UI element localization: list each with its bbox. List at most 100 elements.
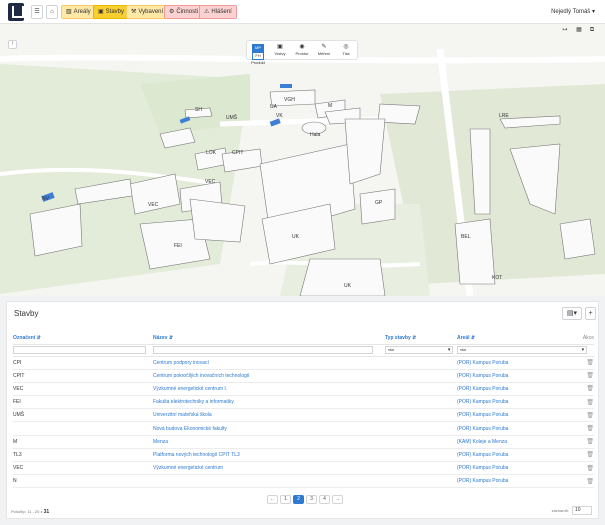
- map-toolbar: MPFH Produkt ▣ Vrstvy ◉ Prostor ✎ Měření ◎ T…: [246, 40, 358, 65]
- cell-name-link[interactable]: Výzkumné energetické centrum I.: [153, 382, 385, 397]
- cell-area-link[interactable]: (POR) Kampus Poruba: [457, 408, 567, 423]
- filter-typ-select[interactable]: vše: [385, 346, 454, 354]
- table-row[interactable]: VEC Výzkumné energetické centrum I. (POR) …: [13, 382, 594, 397]
- cell-name-link[interactable]: Fakulta elektrotechniky a informatiky: [153, 395, 385, 410]
- table-row[interactable]: CPIT Centrum pokročilých inovačních techn…: [13, 369, 594, 383]
- trash-icon[interactable]: 🗑: [586, 466, 594, 472]
- per-page-select[interactable]: 10: [572, 506, 592, 515]
- cell-name-link[interactable]: Platforma nových technologií CPIT TL3: [153, 448, 385, 463]
- cell-name-link[interactable]: Nová budova Ekonomické fakulty: [153, 421, 385, 436]
- logout-icon[interactable]: ↦: [560, 26, 570, 36]
- cell-name-link[interactable]: Centrum pokročilých inovačních technolog…: [153, 369, 385, 383]
- cell-code: M: [13, 435, 153, 449]
- cell-area-link[interactable]: (POR) Kampus Poruba: [457, 369, 567, 383]
- cell-type: [385, 382, 457, 397]
- table-row[interactable]: UMŠ Univerzitní mateřská škola (POR) Kampu…: [13, 408, 594, 423]
- prev-page-button[interactable]: ←: [267, 495, 278, 504]
- trash-icon[interactable]: 🗑: [586, 452, 594, 458]
- arrow-up-icon[interactable]: ↑: [8, 40, 17, 49]
- map-label: UK: [292, 234, 300, 240]
- map-label: SH: [195, 107, 202, 113]
- cell-area-link[interactable]: (POR) Kampus Poruba: [457, 395, 567, 410]
- cell-name-link[interactable]: Menza: [153, 435, 385, 449]
- map-label: LOK: [206, 150, 217, 156]
- trash-icon[interactable]: 🗑: [586, 413, 594, 419]
- page-button[interactable]: 4: [319, 495, 330, 504]
- table-row[interactable]: CPI Centrum podpory inovací (POR) Kampus P…: [13, 356, 594, 370]
- cell-area-link[interactable]: (POR) Kampus Poruba: [457, 461, 567, 476]
- column-nazev[interactable]: Název ⇵: [153, 332, 385, 345]
- ruler-icon: ✎: [321, 44, 327, 50]
- cell-area-link[interactable]: (POR) Kampus Poruba: [457, 448, 567, 463]
- cell-name-link[interactable]: Centrum podpory inovací: [153, 356, 385, 370]
- cell-code: VEC: [13, 461, 153, 476]
- layers-button[interactable]: ▣ Vrstvy: [269, 41, 291, 59]
- table-row[interactable]: TL3 Platforma nových technologií CPIT TL3…: [13, 448, 594, 463]
- cell-area-link[interactable]: (POR) Kampus Poruba: [457, 421, 567, 436]
- column-typ[interactable]: Typ stavby ⇵: [385, 332, 457, 345]
- trash-icon[interactable]: 🗑: [586, 386, 594, 392]
- tab-stavby[interactable]: ▣ Stavby: [93, 5, 130, 19]
- column-areal[interactable]: Areál ⇵: [457, 332, 567, 345]
- grid-icon[interactable]: ▦: [574, 26, 584, 36]
- measure-button[interactable]: ✎ Měření: [313, 41, 335, 59]
- table-row[interactable]: Nová budova Ekonomické fakulty (POR) Kamp…: [13, 421, 594, 436]
- table-row[interactable]: VEC Výzkumné energetické centrum (POR) Kam…: [13, 461, 594, 476]
- trash-icon[interactable]: 🗑: [586, 400, 594, 406]
- trash-icon[interactable]: 🗑: [586, 373, 594, 379]
- trash-icon[interactable]: 🗑: [586, 426, 594, 432]
- per-page: záznamů: 10: [552, 506, 592, 515]
- table-row[interactable]: N (POR) Kampus Poruba 🗑: [13, 474, 594, 489]
- cell-code: UMŠ: [13, 408, 153, 423]
- next-page-button[interactable]: →: [332, 495, 343, 504]
- home-icon[interactable]: ⌂: [46, 5, 58, 19]
- table-row[interactable]: M Menza (KAM) Koleje a Menza 🗑: [13, 435, 594, 449]
- produkt-toggle[interactable]: MPFH Produkt: [247, 41, 269, 65]
- trash-icon[interactable]: 🗑: [586, 360, 594, 366]
- cell-code: VEC: [13, 382, 153, 397]
- building-icon: ▣: [98, 9, 104, 15]
- cell-area-link[interactable]: (KAM) Koleje a Menza: [457, 435, 567, 449]
- map-label: LRE: [499, 113, 509, 119]
- tab-hlaseni[interactable]: ⚠ Hlášení: [199, 5, 237, 19]
- tab-cinnosti[interactable]: ⚙ Činnosti: [164, 5, 204, 19]
- table-row[interactable]: FEI Fakulta elektrotechniky a informatiky…: [13, 395, 594, 410]
- equipment-icon: ⚒: [131, 9, 137, 15]
- filter-oznaceni-input[interactable]: [13, 346, 146, 354]
- menu-icon[interactable]: ☰: [31, 5, 43, 19]
- trash-icon[interactable]: 🗑: [586, 439, 594, 445]
- page-button[interactable]: 3: [306, 495, 317, 504]
- cell-area-link[interactable]: (POR) Kampus Poruba: [457, 356, 567, 370]
- tab-vybaveni[interactable]: ⚒ Vybavení: [126, 5, 169, 19]
- map-label: NV: [42, 196, 50, 202]
- space-button[interactable]: ◉ Prostor: [291, 41, 313, 59]
- tab-arealy[interactable]: ▨ Areály: [61, 5, 96, 19]
- cell-area-link[interactable]: (POR) Kampus Poruba: [457, 474, 567, 489]
- map-label: UA: [270, 104, 278, 110]
- user-menu[interactable]: Nejedlý Tomáš ▾: [551, 8, 595, 15]
- cell-code: CPIT: [13, 369, 153, 383]
- map-label: VEC: [148, 202, 159, 208]
- export-button[interactable]: ▤▾: [562, 307, 582, 320]
- map-view[interactable]: VGH M SH UMŠ VK CPIT LOK VEC NV VEC GP F…: [0, 24, 605, 296]
- cell-name-link[interactable]: [153, 474, 385, 489]
- cell-type: [385, 356, 457, 370]
- cell-type: [385, 421, 457, 436]
- fullscreen-icon[interactable]: ⧉: [587, 26, 597, 36]
- page-button-active[interactable]: 2: [293, 495, 304, 504]
- app-logo[interactable]: [8, 3, 24, 21]
- page-button[interactable]: 1: [280, 495, 291, 504]
- cell-area-link[interactable]: (POR) Kampus Poruba: [457, 382, 567, 397]
- cell-name-link[interactable]: Výzkumné energetické centrum: [153, 461, 385, 476]
- top-navbar: ☰ ⌂ ▨ Areály ▣ Stavby ⚒ Vybavení ⚙ Činnosti …: [0, 0, 605, 24]
- add-button[interactable]: +: [585, 307, 596, 320]
- cell-name-link[interactable]: Univerzitní mateřská škola: [153, 408, 385, 423]
- print-button[interactable]: ◎ Tisk: [335, 41, 357, 59]
- filter-nazev-input[interactable]: [153, 346, 374, 354]
- trash-icon[interactable]: 🗑: [586, 479, 594, 485]
- filter-areal-select[interactable]: vše: [457, 346, 588, 354]
- cell-type: [385, 395, 457, 410]
- cell-code: CPI: [13, 356, 153, 370]
- map-label: GP: [375, 200, 383, 206]
- column-oznaceni[interactable]: Označení ⇵: [13, 332, 153, 345]
